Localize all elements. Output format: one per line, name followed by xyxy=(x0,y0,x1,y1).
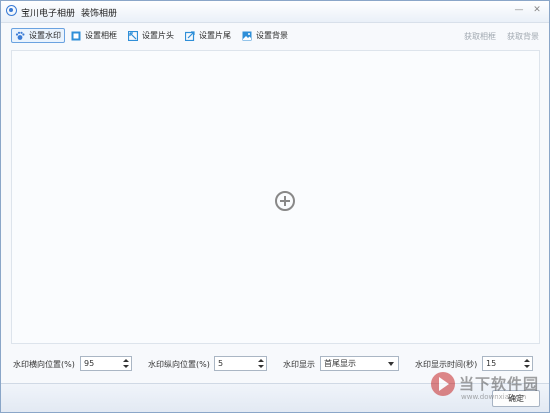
title-bar: 宝川电子相册 装饰相册 — ✕ xyxy=(1,1,549,23)
tab-set-watermark[interactable]: 设置水印 xyxy=(11,28,65,43)
background-icon xyxy=(242,31,252,41)
outro-icon xyxy=(184,30,195,41)
close-button[interactable]: ✕ xyxy=(531,4,543,16)
chevron-down-icon xyxy=(388,362,394,366)
add-circle-icon[interactable] xyxy=(275,191,295,211)
watermark-url: www.downxia.com xyxy=(461,393,527,401)
stepper-arrows-icon[interactable] xyxy=(122,358,129,369)
app-title: 宝川电子相册 xyxy=(21,9,76,19)
site-watermark: 当下软件园 www.downxia.com xyxy=(431,367,547,411)
get-frame-link[interactable]: 获取相框 xyxy=(464,31,496,42)
tab-label: 设置片头 xyxy=(142,31,174,40)
v-position-label: 水印纵向位置(%) xyxy=(148,360,210,369)
watermark-preview-area[interactable] xyxy=(11,50,540,344)
v-position-stepper[interactable]: 5 xyxy=(214,356,267,371)
h-position-label: 水印横向位置(%) xyxy=(13,360,75,369)
app-window: 宝川电子相册 装饰相册 — ✕ 设置水印 设置相框 设置片头 设置片尾 设置背景… xyxy=(0,0,550,413)
app-logo-icon xyxy=(6,5,17,16)
tab-label: 设置背景 xyxy=(256,31,288,40)
tab-label: 设置相框 xyxy=(85,31,117,40)
toolbar: 设置水印 设置相框 设置片头 设置片尾 设置背景 获取相框 获取背景 xyxy=(1,25,549,47)
window-subtitle: 装饰相册 xyxy=(81,9,118,19)
tab-set-frame[interactable]: 设置相框 xyxy=(68,28,120,43)
play-logo-icon xyxy=(431,372,455,396)
tab-set-background[interactable]: 设置背景 xyxy=(239,28,291,43)
paw-icon xyxy=(15,31,25,41)
intro-icon xyxy=(127,30,139,41)
get-background-link[interactable]: 获取背景 xyxy=(507,31,539,42)
display-mode-select[interactable]: 首尾显示 xyxy=(320,356,399,371)
tab-set-intro[interactable]: 设置片头 xyxy=(125,28,177,43)
tab-set-outro[interactable]: 设置片尾 xyxy=(182,28,234,43)
tab-label: 设置片尾 xyxy=(199,31,231,40)
v-position-value: 5 xyxy=(218,359,224,368)
frame-icon xyxy=(71,31,81,41)
display-mode-label: 水印显示 xyxy=(283,360,315,369)
window-title: 宝川电子相册 装饰相册 xyxy=(21,6,117,19)
tab-label: 设置水印 xyxy=(29,31,61,40)
h-position-stepper[interactable]: 95 xyxy=(80,356,132,371)
watermark-text: 当下软件园 xyxy=(459,375,540,393)
display-mode-value: 首尾显示 xyxy=(324,359,356,368)
minimize-button[interactable]: — xyxy=(513,4,525,16)
stepper-arrows-icon[interactable] xyxy=(257,358,264,369)
h-position-value: 95 xyxy=(84,359,95,368)
